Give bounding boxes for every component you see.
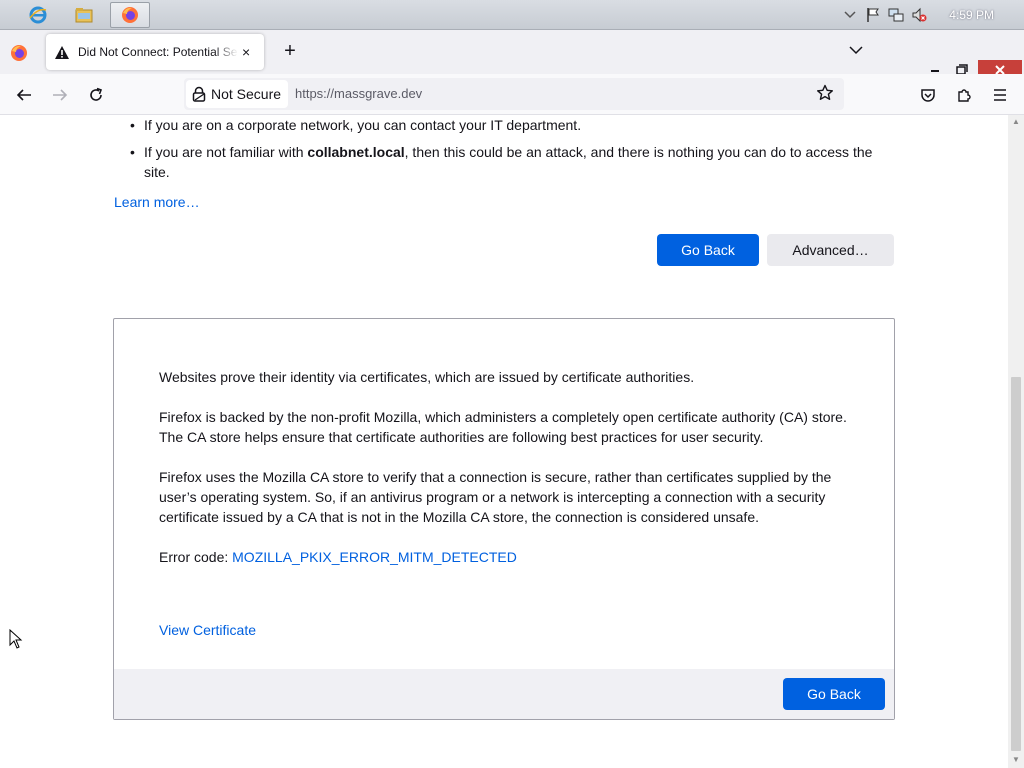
new-tab-button[interactable]: + (278, 40, 302, 64)
url-text[interactable]: https://massgrave.dev (295, 86, 422, 101)
lock-warning-icon (192, 86, 206, 102)
not-secure-label: Not Secure (211, 86, 282, 102)
star-icon (817, 84, 833, 100)
windows-taskbar: 4:59 PM (0, 0, 1024, 30)
firefox-view-button[interactable] (9, 43, 29, 63)
error-page-content: If you are on a corporate network, you c… (0, 115, 1008, 768)
system-tray: 4:59 PM (837, 0, 1024, 30)
list-item: If you are on a corporate network, you c… (130, 115, 900, 135)
taskbar-clock[interactable]: 4:59 PM (949, 8, 994, 22)
tab-did-not-connect[interactable]: Did Not Connect: Potential Security Issu… (46, 34, 264, 70)
hamburger-menu-icon (994, 89, 1006, 101)
firefox-icon (122, 7, 138, 23)
back-button[interactable] (12, 83, 36, 107)
tab-title: Did Not Connect: Potential Security Issu… (78, 45, 238, 59)
reload-icon (90, 87, 103, 101)
chevron-up-icon[interactable] (840, 5, 860, 25)
chevron-down-icon (849, 46, 863, 55)
puzzle-icon (958, 89, 971, 102)
navigation-toolbar: Not Secure https://massgrave.dev (0, 74, 1024, 115)
ca-store-explanation: Firefox uses the Mozilla CA store to ver… (159, 469, 832, 525)
error-code-line: Error code: MOZILLA_PKIX_ERROR_MITM_DETE… (159, 549, 517, 565)
site-identity-button[interactable]: Not Secure (186, 80, 288, 108)
vertical-scrollbar[interactable]: ▲ ▼ (1008, 115, 1024, 768)
forward-arrow-icon (53, 89, 68, 101)
firefox-taskbar-button[interactable] (110, 2, 150, 28)
advanced-panel-text: Websites prove their identity via certif… (159, 367, 859, 587)
bookmark-star-button[interactable] (816, 84, 836, 104)
go-back-button-bottom[interactable]: Go Back (783, 678, 885, 710)
list-all-tabs-button[interactable] (848, 42, 868, 62)
scroll-down-arrow-icon[interactable]: ▼ (1011, 755, 1021, 765)
go-back-button[interactable]: Go Back (657, 234, 759, 266)
tab-strip: Did Not Connect: Potential Security Issu… (0, 30, 1024, 80)
flag-icon[interactable] (863, 5, 883, 25)
firefox-icon (11, 45, 27, 61)
warning-icon (55, 45, 69, 59)
speaker-muted-icon[interactable] (909, 5, 929, 25)
advanced-panel-footer: Go Back (114, 669, 894, 719)
scrollbar-thumb[interactable] (1011, 377, 1021, 751)
pocket-button[interactable] (916, 83, 940, 107)
certificate-explanation: Websites prove their identity via certif… (159, 369, 695, 385)
mozilla-ca-explanation: Firefox is backed by the non-profit Mozi… (159, 409, 847, 445)
internet-explorer-icon (29, 6, 47, 24)
list-item: If you are not familiar with collabnet.l… (130, 142, 900, 182)
view-certificate-link[interactable]: View Certificate (159, 622, 256, 638)
scroll-up-arrow-icon[interactable]: ▲ (1011, 117, 1021, 127)
back-arrow-icon (16, 89, 31, 101)
mouse-cursor-icon (9, 629, 23, 649)
internet-explorer-taskbar-button[interactable] (18, 2, 58, 28)
reload-button[interactable] (84, 83, 108, 107)
suggestion-list: If you are on a corporate network, you c… (130, 115, 900, 189)
hostname: collabnet.local (307, 144, 405, 160)
advanced-button[interactable]: Advanced… (767, 234, 894, 266)
file-explorer-taskbar-button[interactable] (64, 2, 104, 28)
advanced-panel: Websites prove their identity via certif… (113, 318, 895, 720)
folder-icon (75, 8, 93, 23)
url-bar[interactable]: Not Secure https://massgrave.dev (184, 78, 844, 110)
learn-more-link[interactable]: Learn more… (114, 194, 200, 210)
extensions-button[interactable] (952, 83, 976, 107)
close-tab-icon[interactable]: × (242, 44, 250, 60)
pocket-icon (921, 89, 935, 102)
error-code-link[interactable]: MOZILLA_PKIX_ERROR_MITM_DETECTED (232, 549, 517, 565)
forward-button[interactable] (48, 83, 72, 107)
network-icon[interactable] (886, 5, 906, 25)
app-menu-button[interactable] (988, 83, 1012, 107)
